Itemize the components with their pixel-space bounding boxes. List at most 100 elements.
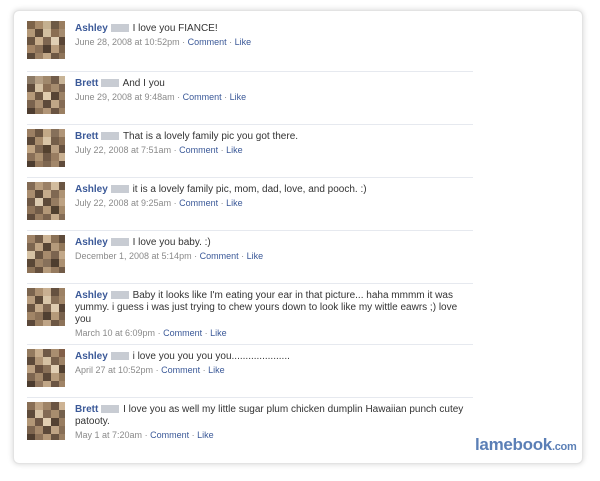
like-link[interactable]: Like	[230, 92, 247, 102]
comment-text: That is a lovely family pic you got ther…	[122, 131, 299, 142]
comment-meta: April 27 at 10:52pm · Comment · Like	[75, 364, 465, 376]
comment-meta: July 22, 2008 at 7:51am · Comment · Like	[75, 144, 465, 156]
separator: ·	[194, 251, 198, 261]
redacted-surname	[101, 132, 120, 140]
comment-text-line: Ashley Baby it looks like I'm eating you…	[75, 290, 465, 326]
separator: ·	[202, 365, 206, 375]
like-link[interactable]: Like	[226, 145, 243, 155]
comment-item: Brett And I you June 29, 2008 at 9:48am …	[27, 76, 473, 125]
comment-meta: June 29, 2008 at 9:48am · Comment · Like	[75, 91, 465, 103]
author-name-link[interactable]: Ashley	[75, 237, 108, 248]
comment-item: Ashley I love you FIANCE! June 28, 2008 …	[27, 21, 473, 72]
comment-text-line: Brett And I you	[75, 78, 465, 90]
comment-body: Ashley it is a lovely family pic, mom, d…	[75, 184, 465, 209]
comment-text-line: Ashley I love you baby. :)	[75, 237, 465, 249]
avatar[interactable]	[27, 182, 65, 220]
comment-body: Ashley I love you FIANCE! June 28, 2008 …	[75, 23, 465, 48]
comment-link[interactable]: Comment	[179, 198, 218, 208]
comment-meta: June 28, 2008 at 10:52pm · Comment · Lik…	[75, 36, 465, 48]
avatar[interactable]	[27, 235, 65, 273]
avatar[interactable]	[27, 349, 65, 387]
redacted-surname	[101, 405, 120, 413]
comment-text-line: Ashley i love you you you you...........…	[75, 351, 465, 363]
comment-link[interactable]: Comment	[163, 328, 202, 338]
comment-item: Brett That is a lovely family pic you go…	[27, 129, 473, 178]
redacted-surname	[110, 352, 129, 360]
author-name-link[interactable]: Ashley	[75, 23, 108, 34]
comment-text-line: Brett I love you as well my little sugar…	[75, 404, 465, 428]
comment-link[interactable]: Comment	[188, 37, 227, 47]
comment-body: Brett And I you June 29, 2008 at 9:48am …	[75, 78, 465, 103]
comment-meta: March 10 at 6:09pm · Comment · Like	[75, 327, 465, 339]
comment-text: I love you baby. :)	[132, 237, 211, 248]
comment-timestamp: June 28, 2008 at 10:52pm	[75, 37, 180, 47]
separator: ·	[204, 328, 208, 338]
separator: ·	[157, 328, 161, 338]
author-name-link[interactable]: Brett	[75, 78, 98, 89]
separator: ·	[182, 37, 186, 47]
comment-thread-card: Ashley I love you FIANCE! June 28, 2008 …	[13, 10, 583, 464]
separator: ·	[220, 198, 224, 208]
comment-link[interactable]: Comment	[183, 92, 222, 102]
author-name-link[interactable]: Brett	[75, 131, 98, 142]
separator: ·	[155, 365, 159, 375]
avatar[interactable]	[27, 402, 65, 440]
like-link[interactable]: Like	[208, 365, 225, 375]
comment-text: I love you FIANCE!	[132, 23, 218, 34]
comment-timestamp: July 22, 2008 at 7:51am	[75, 145, 172, 155]
redacted-surname	[101, 79, 120, 87]
redacted-surname	[110, 24, 129, 32]
separator: ·	[144, 430, 148, 440]
separator: ·	[177, 92, 181, 102]
avatar[interactable]	[27, 129, 65, 167]
logo-tld-text: .com	[551, 441, 577, 453]
like-link[interactable]: Like	[247, 251, 264, 261]
comment-link[interactable]: Comment	[161, 365, 200, 375]
comment-meta: December 1, 2008 at 5:14pm · Comment · L…	[75, 250, 465, 262]
comment-body: Ashley I love you baby. :) December 1, 2…	[75, 237, 465, 262]
comment-text-line: Brett That is a lovely family pic you go…	[75, 131, 465, 143]
comment-text: And I you	[122, 78, 165, 89]
like-link[interactable]: Like	[226, 198, 243, 208]
comment-item: Ashley I love you baby. :) December 1, 2…	[27, 235, 473, 284]
avatar[interactable]	[27, 288, 65, 326]
comment-timestamp: March 10 at 6:09pm	[75, 328, 156, 338]
separator: ·	[220, 145, 224, 155]
comment-link[interactable]: Comment	[150, 430, 189, 440]
like-link[interactable]: Like	[210, 328, 227, 338]
avatar[interactable]	[27, 76, 65, 114]
separator: ·	[241, 251, 245, 261]
comment-timestamp: April 27 at 10:52pm	[75, 365, 154, 375]
comment-text-line: Ashley I love you FIANCE!	[75, 23, 465, 35]
comment-item: Ashley i love you you you you...........…	[27, 349, 473, 398]
like-link[interactable]: Like	[235, 37, 252, 47]
author-name-link[interactable]: Ashley	[75, 184, 108, 195]
redacted-surname	[110, 185, 129, 193]
avatar[interactable]	[27, 21, 65, 59]
author-name-link[interactable]: Ashley	[75, 290, 108, 301]
comment-meta: May 1 at 7:20am · Comment · Like	[75, 429, 465, 441]
comment-text-line: Ashley it is a lovely family pic, mom, d…	[75, 184, 465, 196]
comment-timestamp: December 1, 2008 at 5:14pm	[75, 251, 192, 261]
author-name-link[interactable]: Brett	[75, 404, 98, 415]
lamebook-logo: lamebook.com	[475, 435, 577, 455]
comment-meta: July 22, 2008 at 9:25am · Comment · Like	[75, 197, 465, 209]
comment-link[interactable]: Comment	[179, 145, 218, 155]
redacted-surname	[110, 238, 129, 246]
separator: ·	[173, 145, 177, 155]
separator: ·	[229, 37, 233, 47]
comment-text: Baby it looks like I'm eating your ear i…	[75, 290, 458, 325]
separator: ·	[224, 92, 228, 102]
author-name-link[interactable]: Ashley	[75, 351, 108, 362]
comment-body: Brett I love you as well my little sugar…	[75, 404, 465, 441]
separator: ·	[191, 430, 195, 440]
like-link[interactable]: Like	[197, 430, 214, 440]
separator: ·	[173, 198, 177, 208]
comment-body: Ashley i love you you you you...........…	[75, 351, 465, 376]
comment-timestamp: May 1 at 7:20am	[75, 430, 143, 440]
logo-main-text: lamebook	[475, 435, 552, 454]
comment-body: Brett That is a lovely family pic you go…	[75, 131, 465, 156]
comment-item: Ashley Baby it looks like I'm eating you…	[27, 288, 473, 345]
comment-item: Ashley it is a lovely family pic, mom, d…	[27, 182, 473, 231]
comment-link[interactable]: Comment	[200, 251, 239, 261]
